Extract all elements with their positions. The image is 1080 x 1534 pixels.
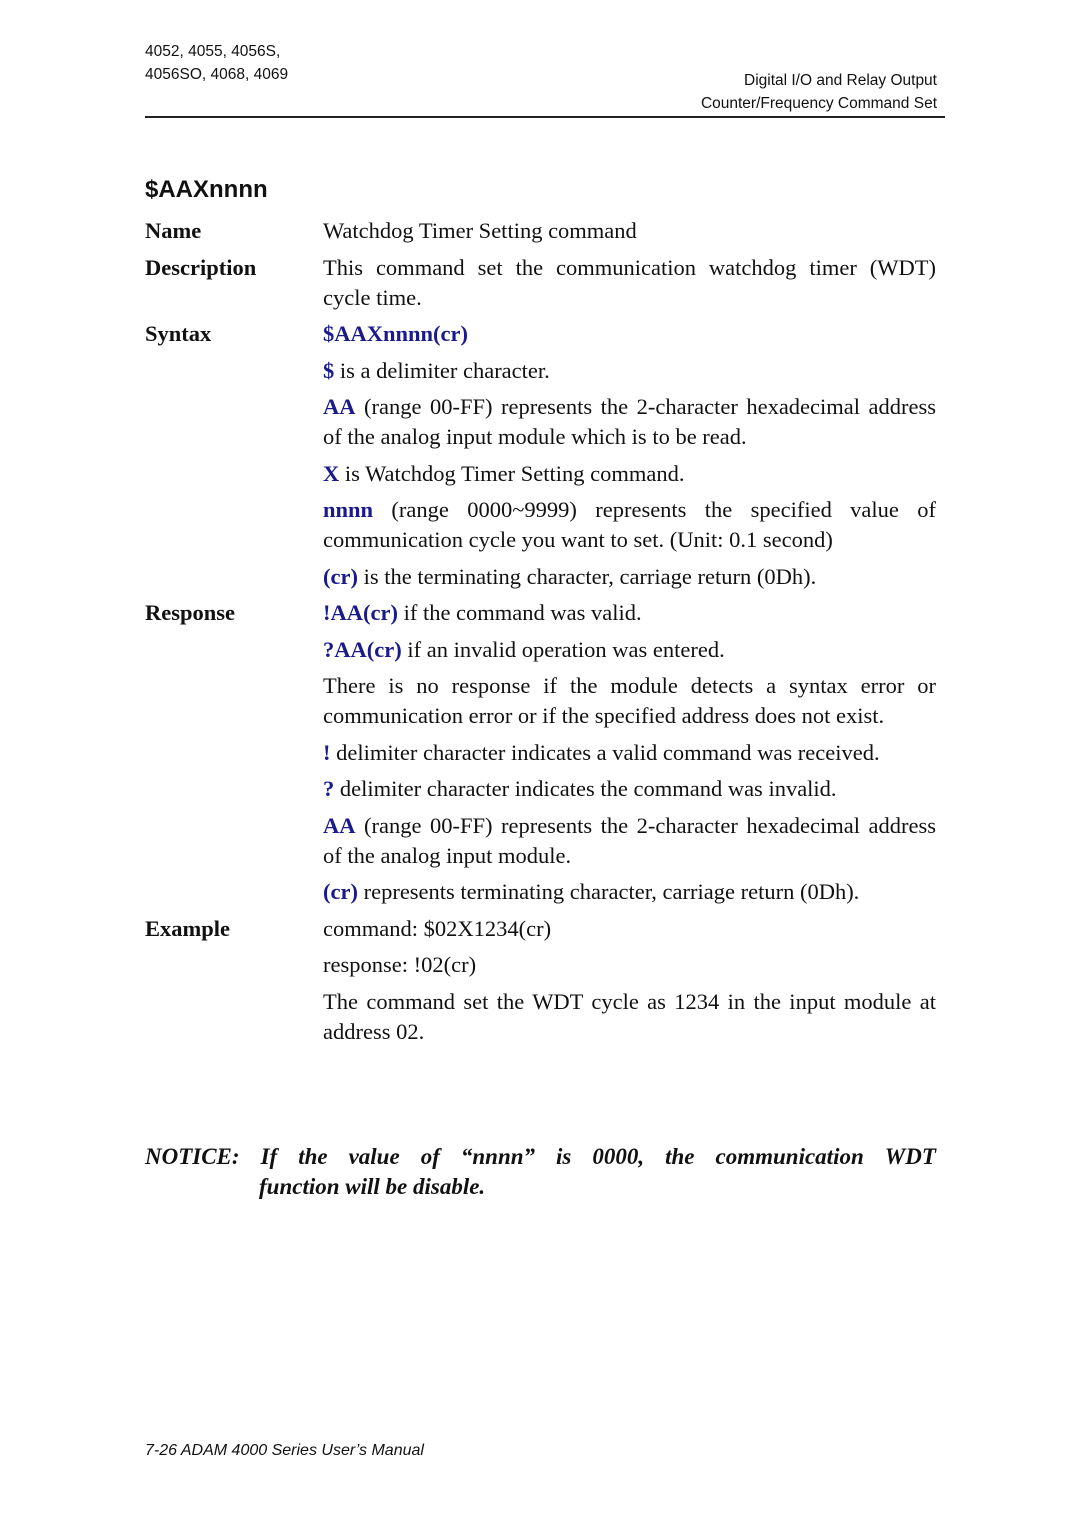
response-item-text: delimiter character indicates the comman… bbox=[334, 776, 837, 801]
command-reference: Name Watchdog Timer Setting command Desc… bbox=[145, 216, 936, 1053]
example-section: Example command: $02X1234(cr) response: … bbox=[145, 914, 936, 1054]
response-item-key: ?AA(cr) bbox=[323, 636, 402, 662]
notice-word: NOTICE: bbox=[145, 1144, 240, 1169]
example-command: command: $02X1234(cr) bbox=[323, 915, 552, 941]
syntax-item-key: X bbox=[323, 460, 340, 486]
header-chapter-line1: Digital I/O and Relay Output bbox=[744, 72, 937, 89]
syntax-section: Syntax $AAXnnnn(cr) $ is a delimiter cha… bbox=[145, 319, 936, 598]
header-chapter-line2: Counter/Frequency Command Set bbox=[700, 95, 937, 112]
response-item: ?AA(cr) if an invalid operation was ente… bbox=[323, 635, 936, 665]
response-label: Response bbox=[145, 600, 236, 625]
response-item-key: AA bbox=[323, 812, 356, 838]
example-label: Example bbox=[145, 915, 231, 941]
notice-line2: function will be disable. bbox=[259, 1174, 486, 1199]
header-models-line2: 4056SO, 4068, 4069 bbox=[145, 66, 289, 83]
syntax-command: $AAXnnnn(cr) bbox=[323, 321, 469, 346]
notice-word: If bbox=[260, 1144, 278, 1169]
notice-word: is bbox=[556, 1144, 572, 1169]
response-item-text: if an invalid operation was entered. bbox=[401, 636, 725, 662]
response-item-key: ? bbox=[323, 776, 335, 801]
syntax-item-key: AA bbox=[323, 394, 356, 419]
notice-word: of bbox=[420, 1144, 440, 1169]
syntax-item-text: (range 00-FF) represents the 2-character… bbox=[323, 394, 936, 449]
response-item: ? delimiter character indicates the comm… bbox=[323, 774, 936, 804]
description-text: This command set the communication watch… bbox=[323, 254, 936, 310]
name-label: Name bbox=[145, 218, 202, 243]
header-models: 4052, 4055, 4056S, 4056SO, 4068, 4069 bbox=[145, 40, 288, 86]
example-response: response: !02(cr) bbox=[323, 952, 477, 977]
response-item: AA (range 00-FF) represents the 2-charac… bbox=[323, 811, 936, 871]
name-text: Watchdog Timer Setting command bbox=[323, 218, 637, 243]
notice-word: 0000, bbox=[592, 1144, 645, 1169]
notice-word: WDT bbox=[884, 1144, 936, 1169]
syntax-item: $ is a delimiter character. bbox=[323, 356, 936, 386]
notice-word: the bbox=[298, 1144, 328, 1169]
notice-word: the bbox=[665, 1144, 695, 1169]
name-section: Name Watchdog Timer Setting command bbox=[145, 216, 936, 253]
notice-line1: NOTICE: If the value of “nnnn” is 0000, the commu… bbox=[145, 1142, 936, 1172]
description-label: Description bbox=[145, 254, 257, 280]
notice: NOTICE: If the value of “nnnn” is 0000, the commu… bbox=[145, 1142, 936, 1202]
page-header: 4052, 4055, 4056S, 4056SO, 4068, 4069 Di… bbox=[145, 40, 945, 118]
syntax-item-text: is a delimiter character. bbox=[334, 357, 550, 383]
response-item-text: delimiter character indicates a valid co… bbox=[330, 739, 880, 765]
response-item-text: (range 00-FF) represents the 2-character… bbox=[323, 812, 936, 868]
response-item: (cr) represents terminating character, c… bbox=[323, 877, 936, 907]
syntax-item: X is Watchdog Timer Setting command. bbox=[323, 459, 936, 489]
syntax-item: (cr) is the terminating character, carri… bbox=[323, 562, 936, 592]
response-item-text: There is no response if the module detec… bbox=[323, 673, 936, 728]
example-explanation: The command set the WDT cycle as 1234 in… bbox=[323, 988, 936, 1044]
response-item-key: ! bbox=[323, 739, 331, 765]
response-item: There is no response if the module detec… bbox=[323, 671, 936, 731]
description-section: Description This command set the communi… bbox=[145, 253, 936, 320]
syntax-item-key: (cr) bbox=[323, 563, 358, 589]
syntax-item-text: is the terminating character, carriage r… bbox=[357, 563, 817, 589]
response-item-text: if the command was valid. bbox=[397, 600, 642, 625]
notice-word: value bbox=[348, 1144, 400, 1169]
syntax-item: AA (range 00-FF) represents the 2-charac… bbox=[323, 392, 936, 452]
response-item: ! delimiter character indicates a valid … bbox=[323, 738, 936, 768]
syntax-item-text: (range 0000~9999) represents the specifi… bbox=[323, 497, 936, 552]
syntax-item-key: $ bbox=[323, 357, 335, 383]
syntax-label: Syntax bbox=[145, 321, 212, 346]
response-item-key: !AA(cr) bbox=[323, 600, 398, 625]
syntax-item-text: is Watchdog Timer Setting command. bbox=[339, 460, 685, 486]
syntax-item: nnnn (range 0000~9999) represents the sp… bbox=[323, 495, 936, 555]
response-item: !AA(cr) if the command was valid. bbox=[323, 598, 936, 628]
page-footer: 7-26 ADAM 4000 Series User’s Manual bbox=[145, 1442, 424, 1459]
header-models-line1: 4052, 4055, 4056S, bbox=[145, 43, 281, 60]
notice-word: communication bbox=[715, 1144, 864, 1169]
response-item-text: represents terminating character, carria… bbox=[357, 879, 860, 904]
response-item-key: (cr) bbox=[323, 879, 358, 904]
response-section: Response !AA(cr) if the command was vali… bbox=[145, 598, 936, 914]
syntax-item-key: nnnn bbox=[323, 497, 374, 522]
header-chapter: Digital I/O and Relay Output Counter/Fre… bbox=[701, 69, 937, 115]
notice-word: “nnnn” bbox=[460, 1144, 536, 1169]
command-title: $AAXnnnn bbox=[145, 176, 268, 203]
